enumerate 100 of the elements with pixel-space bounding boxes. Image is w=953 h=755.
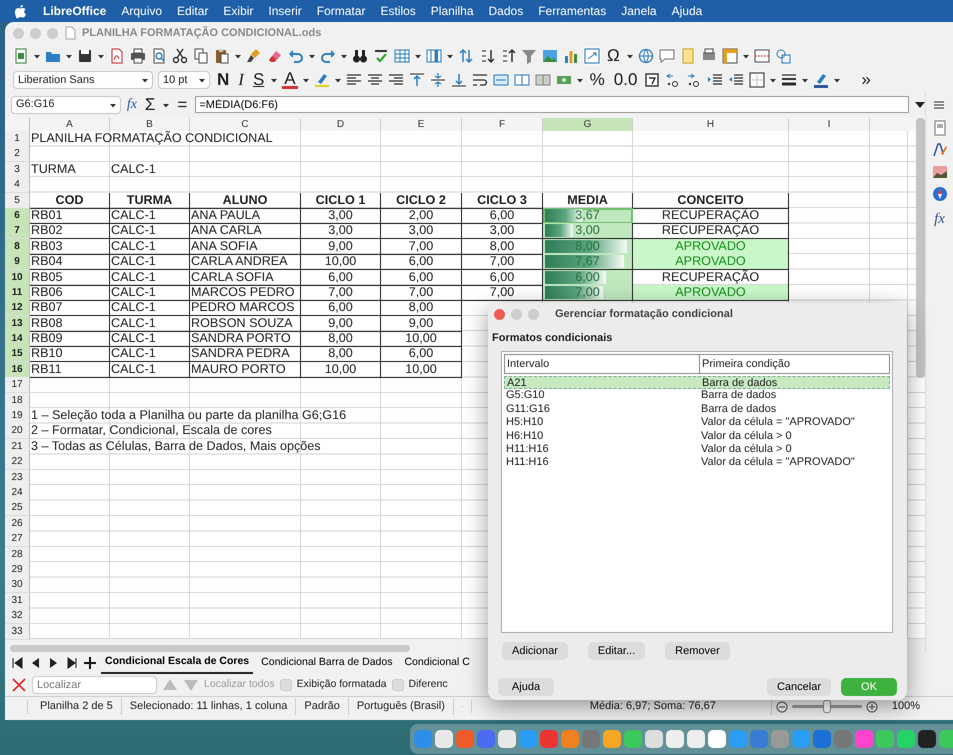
number-cell[interactable]: 2,00: [381, 208, 462, 224]
number-cell[interactable]: 10,00: [301, 362, 381, 378]
row-header[interactable]: 14: [5, 331, 30, 348]
row-header[interactable]: 24: [5, 484, 30, 501]
toolbar-overflow-button[interactable]: »: [859, 71, 873, 89]
row-header[interactable]: 23: [5, 470, 30, 486]
row-header[interactable]: 26: [5, 516, 30, 532]
text-cell[interactable]: ANA CARLA: [190, 223, 301, 240]
row-header[interactable]: 21: [5, 438, 30, 455]
function-wizard-button[interactable]: fx: [934, 208, 945, 230]
list-row[interactable]: A21 Barra de dados: [504, 376, 890, 390]
dialog-button[interactable]: Adicionar: [502, 642, 568, 660]
text-cell[interactable]: CARLA ANDREA: [190, 254, 301, 270]
dock-app-icon[interactable]: [498, 730, 516, 748]
row-header[interactable]: 31: [5, 592, 30, 609]
column-title-cell[interactable]: COD: [30, 192, 110, 209]
dock-app-icon[interactable]: [645, 730, 663, 748]
close-icon[interactable]: [11, 677, 27, 693]
page-style[interactable]: Padrão: [296, 698, 349, 715]
row-header[interactable]: 13: [5, 316, 30, 332]
row-header[interactable]: 15: [5, 346, 30, 362]
bold-button[interactable]: N: [215, 71, 232, 89]
underline-button[interactable]: S: [250, 71, 266, 89]
dock-app-icon[interactable]: [435, 730, 453, 748]
menu-item[interactable]: Ajuda: [672, 2, 702, 20]
borders-icon[interactable]: [749, 72, 766, 88]
highlight-icon[interactable]: [314, 72, 330, 88]
first-sheet-icon[interactable]: [11, 656, 25, 670]
search-field[interactable]: Localizar: [32, 676, 157, 694]
text-cell[interactable]: RB04: [30, 254, 110, 270]
compass-icon[interactable]: [932, 186, 948, 202]
row-header[interactable]: 8: [5, 238, 30, 255]
column-title-cell[interactable]: CONCEITO: [633, 192, 789, 209]
row-header[interactable]: 29: [5, 562, 30, 578]
text-cell[interactable]: CALC-1: [110, 162, 190, 178]
save-icon[interactable]: [77, 48, 93, 64]
sheet-tab[interactable]: Condicional C: [400, 653, 474, 673]
align-middle-icon[interactable]: [430, 72, 446, 88]
row-header[interactable]: 30: [5, 577, 30, 594]
dock-app-icon[interactable]: [687, 730, 705, 748]
row-header[interactable]: 3: [5, 162, 30, 178]
number-cell[interactable]: 10,00: [381, 362, 462, 378]
row-header[interactable]: 28: [5, 546, 30, 563]
row-header[interactable]: 32: [5, 608, 30, 624]
text-cell[interactable]: MARCOS PEDRO: [190, 284, 301, 301]
row-header[interactable]: 5: [5, 192, 30, 209]
pivot-table-icon[interactable]: [584, 48, 600, 64]
image-icon[interactable]: [932, 164, 948, 180]
menu-item[interactable]: Editar: [177, 2, 208, 20]
number-cell[interactable]: 6,00: [381, 346, 462, 362]
menu-item[interactable]: Dados: [488, 2, 524, 20]
row-header[interactable]: 18: [5, 392, 30, 409]
zoom-slider-thumb[interactable]: [822, 700, 831, 713]
border-color-icon[interactable]: [813, 72, 830, 88]
language[interactable]: Português (Brasil): [348, 698, 454, 715]
column-header[interactable]: G: [543, 118, 633, 131]
merge-cells-icon[interactable]: [514, 72, 530, 88]
row-header[interactable]: 12: [5, 300, 30, 316]
menu-item[interactable]: Estilos: [380, 2, 416, 20]
text-cell[interactable]: RB06: [30, 284, 110, 301]
row-header[interactable]: 7: [5, 223, 30, 240]
shapes-icon[interactable]: [774, 48, 791, 64]
row-header[interactable]: 27: [5, 531, 30, 548]
sum-button[interactable]: Σ: [142, 96, 158, 114]
text-cell[interactable]: CALC-1: [110, 300, 190, 316]
row-header[interactable]: 33: [5, 624, 30, 640]
column-header[interactable]: D: [301, 118, 381, 131]
text-cell[interactable]: TURMA: [30, 162, 110, 178]
text-cell[interactable]: 2 – Formatar, Condicional, Escala de cores: [30, 423, 462, 440]
app-menu[interactable]: LibreOffice: [43, 2, 106, 20]
clipboard-icon[interactable]: [214, 48, 230, 64]
row-header[interactable]: 11: [5, 284, 30, 301]
column-header[interactable]: A: [30, 118, 110, 131]
menu-item[interactable]: Planilha: [430, 2, 474, 20]
text-cell[interactable]: CALC-1: [110, 346, 190, 362]
text-cell[interactable]: CALC-1: [110, 238, 190, 255]
column-header[interactable]: Intervalo: [505, 354, 700, 373]
text-cell[interactable]: CALC-1: [110, 316, 190, 332]
number-cell[interactable]: 8,00: [301, 331, 381, 348]
number-cell[interactable]: 9,00: [301, 238, 381, 255]
column-header[interactable]: I: [789, 118, 870, 131]
data-bar-cell[interactable]: 3,00: [543, 223, 633, 240]
checkbox[interactable]: [392, 679, 404, 691]
split-window-icon[interactable]: [754, 48, 770, 64]
text-cell[interactable]: RB03: [30, 238, 110, 255]
column-header[interactable]: E: [381, 118, 462, 131]
text-cell[interactable]: PLANILHA FORMATAÇÃO CONDICIONAL: [30, 131, 462, 147]
text-cell[interactable]: RB02: [30, 223, 110, 240]
sort-icon[interactable]: [458, 48, 474, 64]
number-cell[interactable]: 10,00: [381, 331, 462, 348]
apple-icon[interactable]: [12, 3, 28, 19]
italic-button[interactable]: I: [236, 71, 246, 89]
number-cell[interactable]: 9,00: [301, 316, 381, 332]
number-cell[interactable]: 6,00: [381, 270, 462, 286]
number-cell[interactable]: 10,00: [301, 254, 381, 270]
row-header[interactable]: 2: [5, 146, 30, 162]
row-header[interactable]: 25: [5, 500, 30, 516]
text-cell[interactable]: CALC-1: [110, 362, 190, 378]
text-cell[interactable]: RB07: [30, 300, 110, 316]
align-top-icon[interactable]: [408, 72, 425, 88]
